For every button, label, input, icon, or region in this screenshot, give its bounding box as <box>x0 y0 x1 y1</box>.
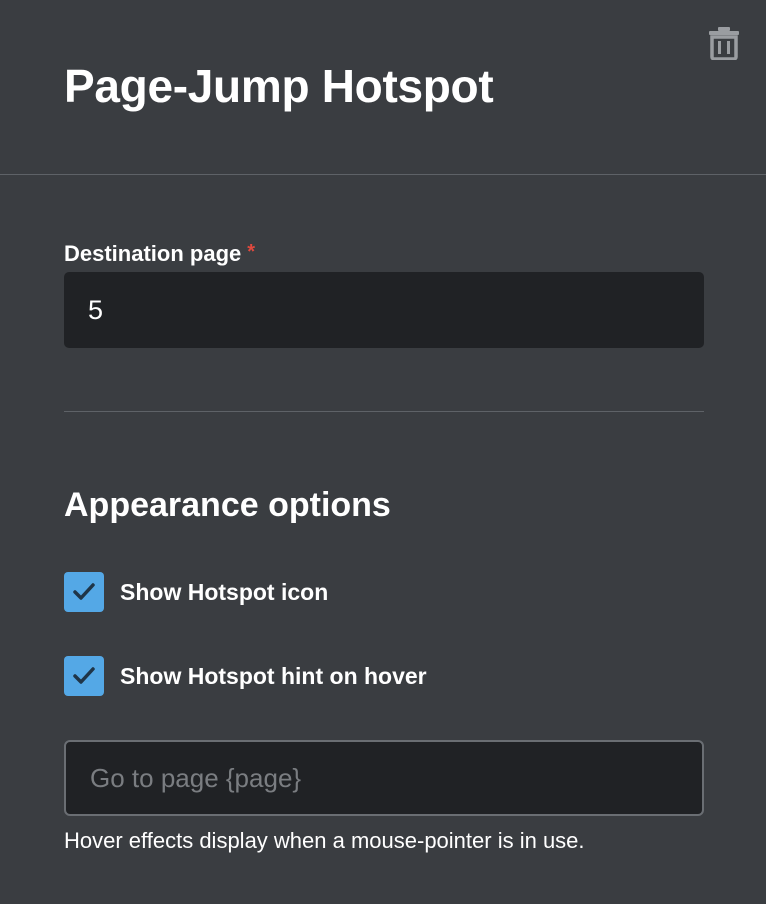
delete-button[interactable] <box>706 24 742 62</box>
show-hotspot-icon-checkbox[interactable] <box>64 572 104 612</box>
show-hotspot-icon-label: Show Hotspot icon <box>120 579 329 605</box>
destination-page-input[interactable] <box>64 272 704 348</box>
checkmark-icon <box>73 667 95 684</box>
panel-header: Page-Jump Hotspot <box>0 0 766 175</box>
required-indicator: * <box>247 241 256 263</box>
checkmark-icon <box>73 583 95 600</box>
show-hotspot-icon-option[interactable]: Show Hotspot icon <box>64 572 328 612</box>
section-divider <box>64 411 704 412</box>
trash-icon <box>709 27 739 60</box>
show-hotspot-hint-option[interactable]: Show Hotspot hint on hover <box>64 656 427 696</box>
show-hotspot-hint-checkbox[interactable] <box>64 656 104 696</box>
destination-page-label: Destination page * <box>64 237 255 269</box>
panel-title: Page-Jump Hotspot <box>64 60 494 112</box>
appearance-options-heading: Appearance options <box>64 486 391 524</box>
hotspot-settings-panel: Page-Jump Hotspot Destination page* Appe… <box>0 0 766 904</box>
show-hotspot-hint-label: Show Hotspot hint on hover <box>120 663 427 689</box>
hover-help-text: Hover effects display when a mouse-point… <box>64 828 585 853</box>
hotspot-hint-input[interactable] <box>64 740 704 816</box>
destination-page-label-text: Destination page <box>64 241 242 266</box>
